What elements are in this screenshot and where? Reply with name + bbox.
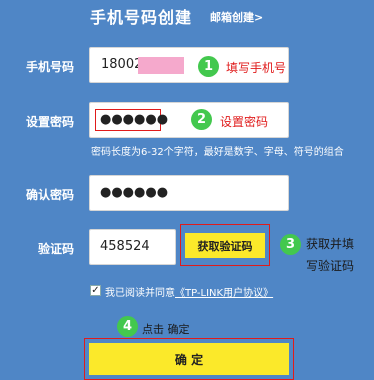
- email-create-link[interactable]: 邮箱创建>: [210, 9, 263, 25]
- agreement-checkbox[interactable]: ✓: [90, 285, 101, 296]
- password-help-text: 密码长度为6-32个字符，最好是数字、字母、符号的组合: [91, 147, 344, 158]
- step-1-marker: 1: [198, 56, 219, 77]
- captcha-value: 458524: [100, 239, 150, 254]
- redacted-block: [138, 57, 184, 74]
- agreement-line: 我已阅读并同意《TP-LINK用户协议》: [105, 284, 273, 299]
- page-title: 手机号码创建: [90, 8, 193, 27]
- confirm-button[interactable]: 确 定: [89, 343, 289, 375]
- captcha-input[interactable]: 458524: [89, 229, 176, 265]
- step-4-marker: 4: [117, 316, 138, 337]
- confirm-value: ●●●●●●: [100, 185, 169, 200]
- password-label: 设置密码: [26, 115, 75, 129]
- password-value: ●●●●●●: [100, 112, 169, 127]
- step-4-hint: 点击 确定: [142, 323, 190, 336]
- step-3-hint-line2: 写验证码: [306, 259, 355, 273]
- confirm-password-input[interactable]: ●●●●●●: [89, 175, 289, 211]
- step-3-hint-line1: 获取并填: [306, 237, 355, 251]
- step-2-marker: 2: [191, 109, 212, 130]
- step-3-marker: 3: [280, 234, 301, 255]
- confirm-label: 确认密码: [26, 188, 75, 202]
- phone-label: 手机号码: [26, 60, 75, 74]
- step-2-hint: 设置密码: [220, 115, 269, 129]
- step-1-hint: 填写手机号: [226, 61, 287, 75]
- agreement-text: 我已阅读并同意: [105, 288, 175, 299]
- get-captcha-button[interactable]: 获取验证码: [185, 233, 265, 258]
- agreement-link[interactable]: 《TP-LINK用户协议》: [175, 288, 273, 299]
- phone-value: 18002: [101, 57, 143, 72]
- captcha-label: 验证码: [38, 242, 75, 256]
